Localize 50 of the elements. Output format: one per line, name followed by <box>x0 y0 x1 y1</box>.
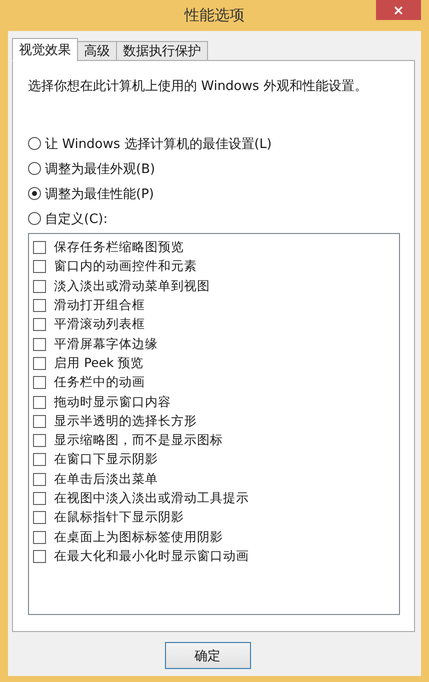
checkbox-label: 在桌面上为图标标签使用阴影 <box>54 528 223 546</box>
checkbox[interactable] <box>33 550 46 563</box>
radio-button[interactable] <box>28 162 41 175</box>
radio-label: 让 Windows 选择计算机的最佳设置(L) <box>45 136 272 152</box>
tab[interactable]: 视觉效果 <box>12 38 78 61</box>
checkbox[interactable] <box>33 530 46 544</box>
checkbox-label: 拖动时显示窗口内容 <box>54 394 171 411</box>
checkbox[interactable] <box>33 260 46 274</box>
radio-button[interactable] <box>28 212 41 225</box>
checkbox[interactable] <box>33 414 46 428</box>
checkbox-label: 在单击后淡出菜单 <box>54 470 158 488</box>
checkbox-label: 保存任务栏缩略图预览 <box>54 239 184 256</box>
checkbox[interactable] <box>33 396 46 409</box>
checkbox-label: 平滑屏幕字体边缘 <box>54 336 158 353</box>
checkbox-label: 在窗口下显示阴影 <box>54 451 158 468</box>
checkbox[interactable] <box>33 241 46 254</box>
ok-button[interactable]: 确定 <box>164 642 250 669</box>
close-button[interactable] <box>376 0 421 20</box>
radio-button[interactable] <box>28 137 41 150</box>
checkbox[interactable] <box>33 318 46 332</box>
radio-label: 调整为最佳性能(P) <box>45 186 154 202</box>
radio-label: 调整为最佳外观(B) <box>45 160 156 178</box>
checkbox[interactable] <box>33 356 46 370</box>
checkbox[interactable] <box>33 338 46 351</box>
checkbox[interactable] <box>33 280 46 293</box>
checkbox-label: 淡入淡出或滑动菜单到视图 <box>54 278 210 295</box>
checkbox-label: 启用 Peek 预览 <box>54 354 144 372</box>
checkbox[interactable] <box>33 511 46 524</box>
radio-label: 自定义(C): <box>45 210 108 228</box>
checkbox[interactable] <box>33 299 46 312</box>
checkbox-label: 窗口内的动画控件和元素 <box>54 258 197 276</box>
checkbox-label: 任务栏中的动画 <box>54 374 145 392</box>
window-title: 性能选项 <box>184 6 244 25</box>
checkbox[interactable] <box>33 376 46 390</box>
checkbox[interactable] <box>33 453 46 466</box>
checkbox-label: 在鼠标指针下显示阴影 <box>54 509 184 526</box>
checkbox-label: 显示半透明的选择长方形 <box>54 412 197 430</box>
checkbox[interactable] <box>33 434 46 448</box>
description-text: 选择你想在此计算机上使用的 Windows 外观和性能设置。 <box>28 78 368 95</box>
radio-button[interactable] <box>28 187 41 200</box>
checkbox-label: 显示缩略图，而不是显示图标 <box>54 432 223 450</box>
checkbox[interactable] <box>33 492 46 505</box>
checkbox-label: 在视图中淡入淡出或滑动工具提示 <box>54 490 249 507</box>
checkbox[interactable] <box>33 472 46 486</box>
tab[interactable]: 高级 <box>77 41 117 61</box>
close-icon <box>394 6 403 14</box>
checkbox-label: 平滑滚动列表框 <box>54 316 145 334</box>
checkbox-label: 在最大化和最小化时显示窗口动画 <box>54 548 249 565</box>
tab[interactable]: 数据执行保护 <box>116 41 208 61</box>
checkbox-label: 滑动打开组合框 <box>54 297 145 314</box>
